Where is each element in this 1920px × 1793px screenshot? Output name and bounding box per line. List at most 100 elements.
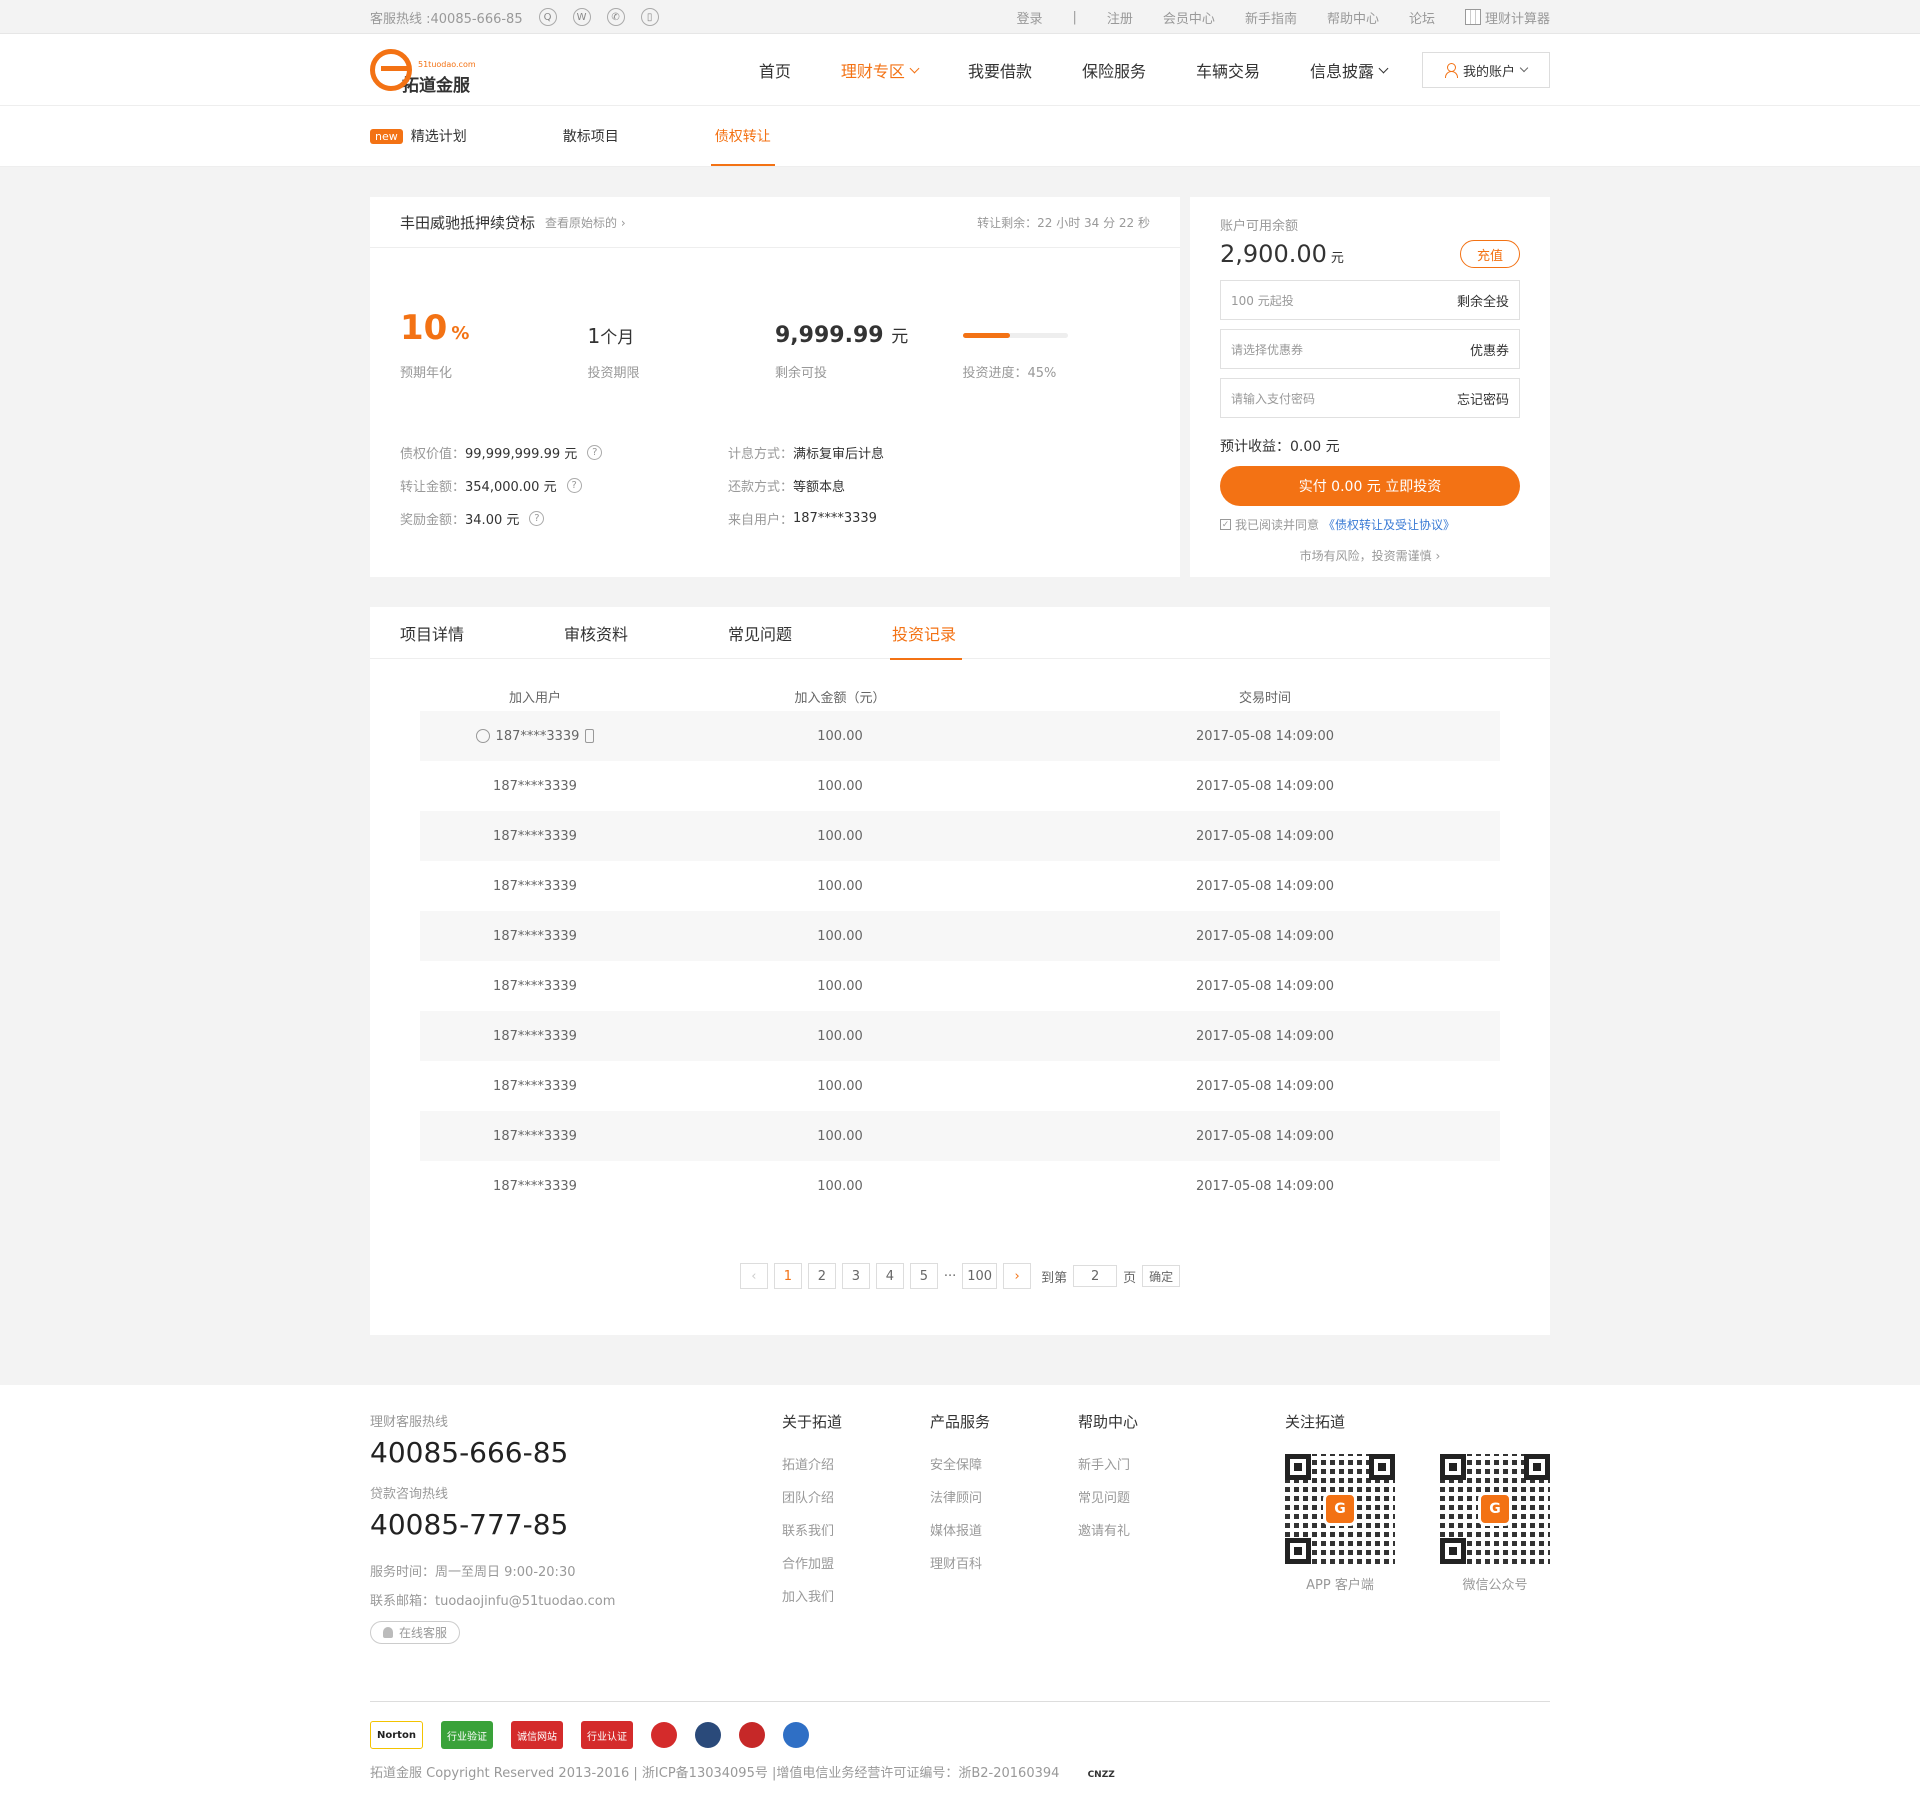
credit-site-badge[interactable]: 诚信网站	[510, 1721, 563, 1749]
invest-all-button[interactable]: 剩余全投	[1457, 291, 1509, 310]
agreement-link[interactable]: 《债权转让及受让协议》	[1323, 516, 1455, 533]
shield-icon[interactable]	[694, 1722, 721, 1748]
member-center-link[interactable]: 会员中心	[1163, 8, 1215, 27]
contact-email: 联系邮箱：tuodaojinfu@51tuodao.com	[370, 1594, 616, 1609]
norton-badge[interactable]: Norton	[370, 1721, 423, 1749]
page-2[interactable]: 2	[807, 1263, 836, 1289]
police-emblem-icon[interactable]	[738, 1722, 765, 1748]
logo-text: 拓道金服	[402, 75, 470, 96]
help-icon[interactable]: ?	[587, 445, 603, 460]
footer-link[interactable]: 常见问题	[1078, 1487, 1226, 1506]
detail-tabs: 项目详情 审核资料 常见问题 投资记录	[370, 607, 1550, 660]
nav-disclosure[interactable]: 信息披露	[1285, 58, 1412, 82]
transfer-timer: 转让剩余：22 小时 34 分 22 秒	[977, 215, 1150, 230]
login-link[interactable]: 登录	[1017, 8, 1043, 27]
tab-faq[interactable]: 常见问题	[728, 607, 892, 659]
tab-audit-docs[interactable]: 审核资料	[564, 607, 728, 659]
page-4[interactable]: 4	[875, 1263, 904, 1289]
page-last[interactable]: 100	[962, 1263, 998, 1289]
nav-borrow[interactable]: 我要借款	[943, 58, 1057, 82]
medal-icon	[475, 729, 490, 743]
chevron-down-icon	[909, 63, 920, 73]
police-emblem-icon[interactable]	[650, 1722, 677, 1748]
chevron-down-icon	[1519, 63, 1529, 73]
footer-link[interactable]: 加入我们	[782, 1586, 930, 1605]
view-origin-link[interactable]: 查看原始标的 ›	[545, 214, 626, 231]
mobile-icon[interactable]: ▯	[640, 8, 659, 26]
user-text: 187****3339	[493, 778, 577, 794]
nav-home[interactable]: 首页	[734, 58, 816, 82]
coupon-button[interactable]: 优惠券	[1470, 340, 1509, 359]
footer-link[interactable]: 理财百科	[930, 1553, 1078, 1572]
my-account-label: 我的账户	[1462, 64, 1515, 80]
cnzz-badge[interactable]: CNZZ	[1088, 1770, 1115, 1780]
calculator-link[interactable]: 理财计算器	[1464, 8, 1550, 27]
row-user: 187****3339	[420, 929, 650, 944]
table-row: 187****3339 100.00 2017-05-08 14:09:00	[420, 861, 1500, 911]
pager-ellipsis: ···	[943, 1268, 957, 1284]
agree-checkbox[interactable]: ✓	[1220, 519, 1231, 530]
password-input[interactable]: 请输入支付密码 忘记密码	[1220, 378, 1520, 418]
row-amount: 100.00	[817, 1078, 863, 1094]
next-page-button[interactable]: ›	[1003, 1263, 1032, 1289]
footer-link[interactable]: 联系我们	[782, 1520, 930, 1539]
prev-page-button[interactable]: ‹	[739, 1263, 768, 1289]
amount-placeholder: 100 元起投	[1231, 293, 1294, 308]
row-time: 2017-05-08 14:09:00	[1195, 1178, 1335, 1194]
page-1[interactable]: 1	[773, 1263, 802, 1289]
site-logo[interactable]: 拓道金服 51tuodao.com	[370, 44, 490, 96]
invest-now-button[interactable]: 实付 0.00 元 立即投资	[1220, 466, 1520, 506]
my-account-button[interactable]: 我的账户	[1422, 52, 1550, 88]
register-link[interactable]: 注册	[1107, 8, 1133, 27]
page-3[interactable]: 3	[841, 1263, 870, 1289]
subnav-transfer[interactable]: 债权转让	[710, 106, 775, 166]
goto-confirm-button[interactable]: 确定	[1142, 1265, 1181, 1287]
app-qr-caption: APP 客户端	[1306, 1578, 1374, 1593]
guide-link[interactable]: 新手指南	[1245, 8, 1297, 27]
weibo-icon[interactable]: W	[572, 8, 591, 26]
nav-insurance[interactable]: 保险服务	[1057, 58, 1171, 82]
agreement-row: ✓ 我已阅读并同意 《债权转让及受让协议》	[1220, 516, 1520, 533]
progress-fill	[962, 333, 1010, 338]
security-seal-icon[interactable]	[782, 1722, 809, 1748]
user-text: 187****3339	[495, 728, 580, 744]
footer-link[interactable]: 团队介绍	[782, 1487, 930, 1506]
page-5[interactable]: 5	[909, 1263, 938, 1289]
goto-page-input[interactable]	[1073, 1265, 1118, 1287]
online-service-button[interactable]: 在线客服	[370, 1621, 461, 1644]
tab-project-detail[interactable]: 项目详情	[400, 607, 564, 659]
trust-badges: Norton 行业验证 诚信网站 行业认证	[370, 1720, 1550, 1750]
forgot-password-link[interactable]: 忘记密码	[1457, 389, 1509, 408]
help-icon[interactable]: ?	[529, 511, 545, 526]
coupon-select[interactable]: 请选择优惠券 优惠券	[1220, 329, 1520, 369]
help-icon[interactable]: ?	[566, 478, 582, 493]
row-amount: 100.00	[817, 728, 863, 744]
nav-wealth[interactable]: 理财专区	[816, 58, 943, 82]
remain-label: 剩余可投	[775, 366, 828, 381]
footer-link[interactable]: 新手入门	[1078, 1454, 1226, 1473]
footer-link[interactable]: 合作加盟	[782, 1553, 930, 1572]
risk-notice[interactable]: 市场有风险，投资需谨慎 ›	[1220, 547, 1520, 564]
help-center-link[interactable]: 帮助中心	[1327, 8, 1379, 27]
industry-verify-badge[interactable]: 行业验证	[440, 1721, 493, 1749]
footer-link[interactable]: 法律顾问	[930, 1487, 1078, 1506]
footer-link[interactable]: 邀请有礼	[1078, 1520, 1226, 1539]
footer-link[interactable]: 安全保障	[930, 1454, 1078, 1473]
term-value: 1个月	[587, 324, 635, 348]
subnav-featured[interactable]: new 精选计划	[370, 106, 467, 166]
internet-finance-badge[interactable]: 行业认证	[580, 1721, 633, 1749]
nav-vehicle[interactable]: 车辆交易	[1171, 58, 1285, 82]
rate-value: 10%	[400, 308, 470, 348]
forum-link[interactable]: 论坛	[1409, 8, 1435, 27]
amount-input[interactable]: 100 元起投 剩余全投	[1220, 280, 1520, 320]
tab-invest-records[interactable]: 投资记录	[890, 607, 1056, 660]
footer-link[interactable]: 拓道介绍	[782, 1454, 930, 1473]
subnav-loans[interactable]: 散标项目	[563, 106, 619, 166]
table-row: 187****3339 100.00 2017-05-08 14:09:00	[420, 961, 1500, 1011]
calculator-label: 理财计算器	[1484, 11, 1550, 27]
qq-icon[interactable]: Q	[538, 8, 557, 26]
charge-button[interactable]: 充值	[1460, 240, 1520, 268]
footer-link[interactable]: 媒体报道	[930, 1520, 1078, 1539]
row-amount: 100.00	[817, 828, 863, 844]
wechat-icon[interactable]: ✆	[606, 8, 625, 26]
